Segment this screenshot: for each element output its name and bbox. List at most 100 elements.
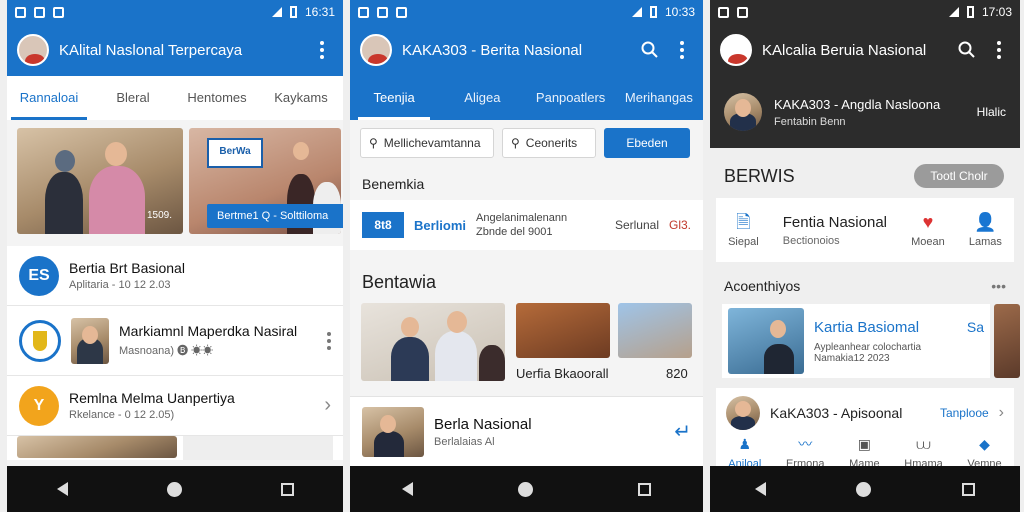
section-title: Acoenthiyos [724, 278, 801, 294]
bottom-card[interactable]: KaKA303 - Apisoonal Tanplooe › ♟ Anjloal … [716, 388, 1014, 470]
tab-2[interactable]: Aligea [438, 76, 526, 120]
app-title: KAlital Naslonal Terpercaya [59, 41, 243, 59]
more-horiz-icon[interactable]: ••• [991, 278, 1006, 294]
tab-3[interactable]: Hentomes [175, 76, 259, 120]
row-text-2: Zbnde del 9001 [476, 226, 553, 238]
more-vert-icon[interactable] [327, 331, 331, 350]
status-time: 16:31 [304, 5, 335, 19]
image-icon [377, 6, 388, 18]
list-item[interactable]: Markiamnl Maperdka Nasiral Masnoana) 🅑 ☀… [7, 306, 343, 376]
more-vert-icon[interactable] [988, 39, 1010, 61]
status-bar: 17:03 [710, 0, 1020, 24]
quick-action[interactable]: 👤 Lamas [969, 212, 1002, 248]
item-subtitle: Aplitaria - 10 12 2.03 [69, 279, 171, 291]
tab-1[interactable]: Rannaloai [7, 76, 91, 120]
back-icon[interactable] [755, 482, 767, 496]
phone-screen-2: 10:33 KAKA303 - Berita Nasional Teenjia … [350, 0, 703, 512]
more-vert-icon[interactable] [671, 39, 693, 61]
avatar[interactable] [360, 34, 392, 66]
back-icon[interactable] [402, 482, 414, 496]
more-vert-icon[interactable] [311, 39, 333, 61]
bottom-action[interactable]: 〰 Ermona [786, 434, 825, 470]
bottom-action[interactable]: ⩊ Hmama [904, 434, 943, 470]
filter-chip-2[interactable]: ⚲ Ceonerits [502, 128, 596, 158]
person-icon: ♟ [738, 436, 752, 452]
bottom-action[interactable]: ♟ Anjloal [728, 434, 761, 470]
chevron-right-icon[interactable]: › [999, 404, 1004, 422]
tab-2[interactable]: Bleral [91, 76, 175, 120]
quick-action[interactable]: 🗎 Siepal [728, 212, 759, 248]
home-icon[interactable] [856, 481, 872, 497]
phone-screen-3: 17:03 KAlcalia Beruia Nasional KAKA303 -… [710, 0, 1020, 512]
app-icon [737, 6, 748, 18]
recents-icon[interactable] [637, 482, 651, 496]
feature-photo [728, 308, 804, 374]
profile-subtitle: Fentabin Benn [774, 115, 846, 128]
filter-chip-1[interactable]: ⚲ Mellichevamtanna [360, 128, 494, 158]
news-photo-2[interactable] [516, 303, 610, 358]
news-row[interactable]: 8t8 Berliomi Angelanimalenann Zbnde del … [350, 200, 703, 250]
list-item[interactable]: ES Bertia Brt Basional Aplitaria - 10 12… [7, 246, 343, 306]
tab-3[interactable]: Panpoatlers [527, 76, 615, 120]
tab-4[interactable]: Kaykams [259, 76, 343, 120]
tab-bar: Teenjia Aligea Panpoatlers Merihangas [350, 76, 703, 120]
primary-button[interactable]: Ebeden [604, 128, 690, 158]
search-icon: ⚲ [511, 136, 520, 150]
app-bar: KAlcalia Beruia Nasional [710, 24, 1020, 76]
home-icon[interactable] [166, 481, 182, 497]
bottom-action[interactable]: ◆ Vemne [967, 434, 1001, 470]
bottom-link[interactable]: Tanplooe [940, 406, 989, 420]
news-list-item[interactable]: Berla Nasional Berlalaias Al ↵ [350, 396, 703, 466]
tab-4[interactable]: Merihangas [615, 76, 703, 120]
recents-icon[interactable] [961, 482, 975, 496]
search-icon[interactable] [639, 39, 661, 61]
profile-action[interactable]: Hlalic [977, 105, 1006, 119]
image-icon [15, 6, 26, 18]
filter-pill[interactable]: Tootl Cholr [914, 164, 1004, 188]
wave-icon: 〰 [798, 436, 813, 452]
screenshot-stage: 16:31 KAlital Naslonal Terpercaya Rannal… [0, 0, 1024, 512]
recents-icon[interactable] [280, 482, 294, 496]
chip-label: Ceonerits [525, 136, 578, 150]
hero-carousel[interactable]: BerWa 1509. Bertme1 Q - Solttiloma [17, 128, 343, 234]
item-subtitle: Rkelance - 0 12 2.05) [69, 409, 175, 421]
logo-icon[interactable] [720, 34, 752, 66]
chevron-right-icon[interactable]: › [324, 394, 331, 417]
thumbnail-photo [71, 317, 109, 364]
search-icon[interactable] [956, 39, 978, 61]
list-item[interactable]: Y Remlna Melma Uanpertiya Rkelance - 0 1… [7, 376, 343, 436]
profile-avatar [724, 93, 762, 131]
feature-card[interactable]: Kartia Basiomal Sa Aypleanhear colocharti… [722, 304, 990, 378]
app-title: KAKA303 - Berita Nasional [402, 41, 583, 59]
image-icon: ▣ [857, 436, 871, 452]
news-list: ES Bertia Brt Basional Aplitaria - 10 12… [7, 246, 343, 460]
hero-sign: BerWa [207, 138, 263, 168]
app-bar: KAlital Naslonal Terpercaya [7, 24, 343, 76]
battery-icon [289, 6, 297, 18]
quick-action-label: Moean [911, 236, 945, 248]
chip-label: Mellichevamtanna [383, 136, 481, 150]
news-photo-1[interactable] [361, 303, 505, 381]
profile-header[interactable]: KAKA303 - Angdla Nasloona Fentabin Benn … [710, 76, 1020, 148]
tab-1[interactable]: Teenjia [350, 76, 438, 120]
quick-action[interactable]: ♥ Moean [911, 212, 945, 248]
row-right-2: Gl3. [668, 218, 691, 232]
news-photo-3[interactable] [618, 303, 692, 358]
section-heading: BERWIS [724, 166, 795, 186]
hero-badge[interactable]: Bertme1 Q - Solttiloma [207, 204, 343, 228]
back-icon[interactable] [56, 482, 68, 496]
home-icon[interactable] [517, 481, 533, 497]
system-nav-bar [350, 466, 703, 512]
signal-icon [271, 7, 282, 17]
avatar[interactable] [17, 34, 49, 66]
bottom-action[interactable]: ▣ Mame [849, 434, 880, 470]
feature-sub-1: Aypleanhear colochartia [814, 341, 922, 353]
author-avatar [726, 396, 760, 430]
caption-number: 820 [666, 366, 688, 381]
image-icon [718, 6, 729, 18]
download-icon[interactable]: ↵ [674, 419, 691, 444]
quick-actions: 🗎 Siepal Fentia Nasional Bectionoios ♥ Moe… [716, 198, 1014, 262]
photo-caption: Uerfia Bkaoorall [516, 366, 609, 381]
bottom-title: KaKA303 - Apisoonal [770, 405, 903, 421]
system-nav-bar [710, 466, 1020, 512]
